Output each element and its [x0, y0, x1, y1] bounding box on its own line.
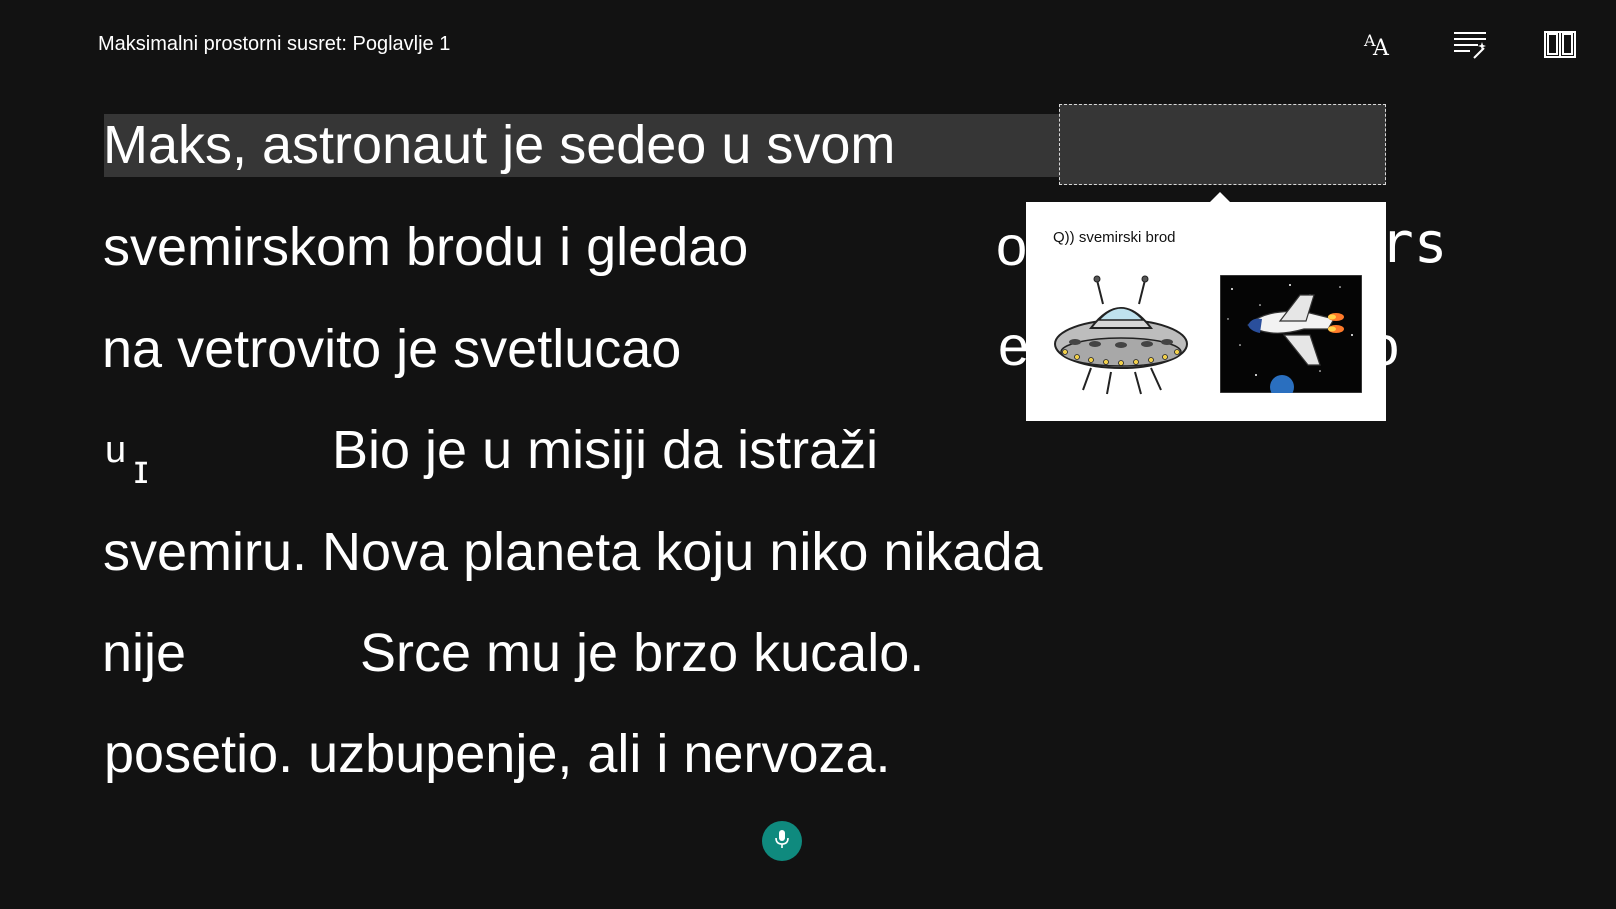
- text-size-icon: A A: [1362, 30, 1394, 63]
- reader-line-5[interactable]: svemiru. Nova planeta koju niko nikada: [103, 521, 1043, 583]
- space-shuttle-picture: [1219, 274, 1363, 399]
- popup-pointer: [1210, 192, 1230, 202]
- ufo-picture: [1051, 272, 1191, 402]
- reader-line-7[interactable]: Srce mu je brzo kucalo.: [360, 622, 924, 684]
- microphone-button[interactable]: [762, 821, 802, 861]
- reader-line-6[interactable]: nije: [102, 622, 186, 684]
- microphone-icon: [774, 829, 790, 854]
- reader-line-2[interactable]: svemirskom brodu i gledao: [103, 216, 748, 278]
- line4-fragment-left: u: [105, 429, 127, 471]
- popup-word-audio[interactable]: Q)) svemirski brod: [1053, 229, 1176, 246]
- reading-preferences-button[interactable]: [1450, 26, 1490, 66]
- reading-preferences-icon: [1452, 28, 1488, 65]
- picture-dictionary-popup: Q)) svemirski brod: [1026, 202, 1386, 421]
- line2-fragment-right: rs: [1380, 211, 1448, 276]
- reader-line-8[interactable]: posetio. uzbupenje, ali i nervoza.: [104, 723, 891, 785]
- text-size-button[interactable]: A A: [1358, 26, 1398, 66]
- reader-line-4[interactable]: Bio je u misiji da istraži: [332, 419, 878, 481]
- selected-word-box[interactable]: [1059, 104, 1386, 185]
- svg-text:A: A: [1372, 36, 1390, 58]
- line2-fragment-left: o: [996, 214, 1028, 277]
- reader-line-3[interactable]: na vetrovito je svetlucao: [102, 318, 681, 380]
- line3-fragment-left: e: [998, 314, 1030, 377]
- picture-dictionary-button[interactable]: [1540, 26, 1580, 66]
- page-title: Maksimalni prostorni susret: Poglavlje 1: [98, 33, 451, 55]
- line4-fragment-mark: ɪ: [134, 448, 149, 492]
- reader-line-1[interactable]: Maks, astronaut je sedeo u svom: [103, 114, 895, 176]
- picture-dictionary-icon: [1543, 29, 1577, 64]
